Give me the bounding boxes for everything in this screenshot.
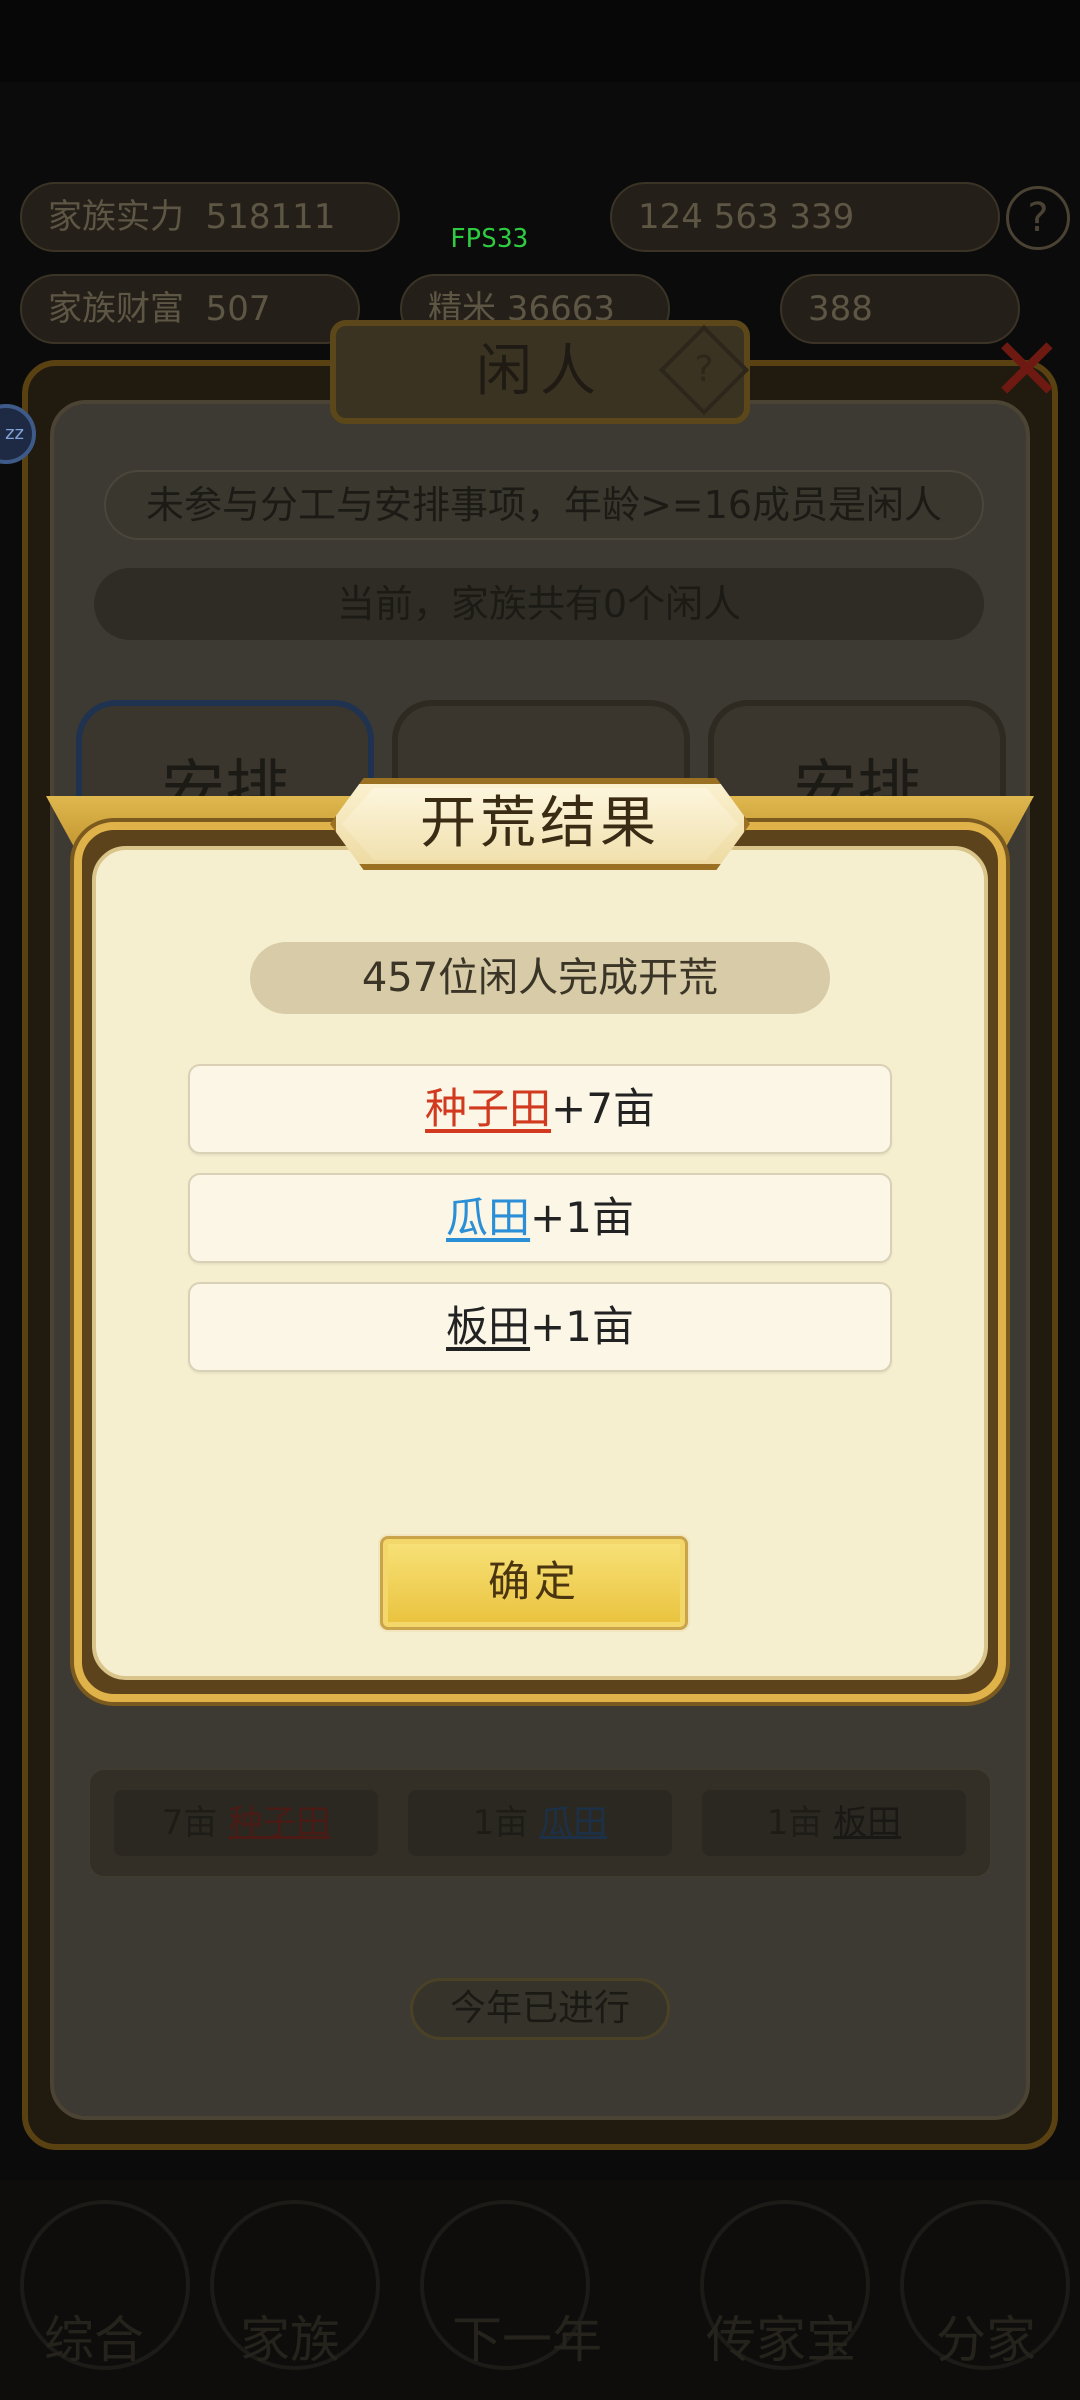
- melon-field-gain: +1亩: [530, 1193, 634, 1242]
- tally-seed-field: 7亩 种子田: [114, 1790, 378, 1856]
- confirm-button[interactable]: 确定: [380, 1536, 688, 1630]
- coin-stat: 388: [780, 274, 1020, 344]
- nav-item-overview[interactable]: 综合: [44, 2300, 144, 2372]
- tally-melon-field: 1亩 瓜田: [408, 1790, 672, 1856]
- board-field-gain: +1亩: [530, 1302, 634, 1351]
- idle-rule-text: 未参与分工与安排事项，年龄>=16成员是闲人: [104, 470, 984, 540]
- idle-count-text: 当前，家族共有0个闲人: [94, 568, 984, 640]
- nav-item-split-family[interactable]: 分家: [936, 2300, 1036, 2372]
- nav-item-heirloom[interactable]: 传家宝: [706, 2300, 856, 2372]
- dialog-title: 开荒结果: [420, 791, 660, 856]
- melon-field-link[interactable]: 瓜田: [446, 1193, 530, 1242]
- nav-item-family[interactable]: 家族: [240, 2300, 340, 2372]
- board-field-link[interactable]: 板田: [446, 1302, 530, 1351]
- fps-counter: FPS33: [450, 224, 529, 254]
- resource-stats: 124 563 339: [610, 182, 1000, 252]
- seed-field-link[interactable]: 种子田: [425, 1084, 551, 1133]
- nav-item-next-year[interactable]: 下一年: [452, 2300, 602, 2372]
- reclaim-summary: 457位闲人完成开荒: [250, 942, 830, 1014]
- seed-field-gain: +7亩: [551, 1084, 655, 1133]
- family-wealth-stat: 家族财富 507: [20, 274, 360, 344]
- result-row-board-field: 板田+1亩: [188, 1282, 892, 1372]
- close-icon[interactable]: ✕: [990, 320, 1080, 420]
- result-row-melon-field: 瓜田+1亩: [188, 1173, 892, 1263]
- help-icon-top[interactable]: ?: [1006, 186, 1070, 250]
- status-bar: [0, 0, 1080, 82]
- year-status-button[interactable]: 今年已进行: [410, 1978, 670, 2040]
- family-power-stat: 家族实力 518111: [20, 182, 400, 252]
- tally-board-field: 1亩 板田: [702, 1790, 966, 1856]
- result-row-seed-field: 种子田+7亩: [188, 1064, 892, 1154]
